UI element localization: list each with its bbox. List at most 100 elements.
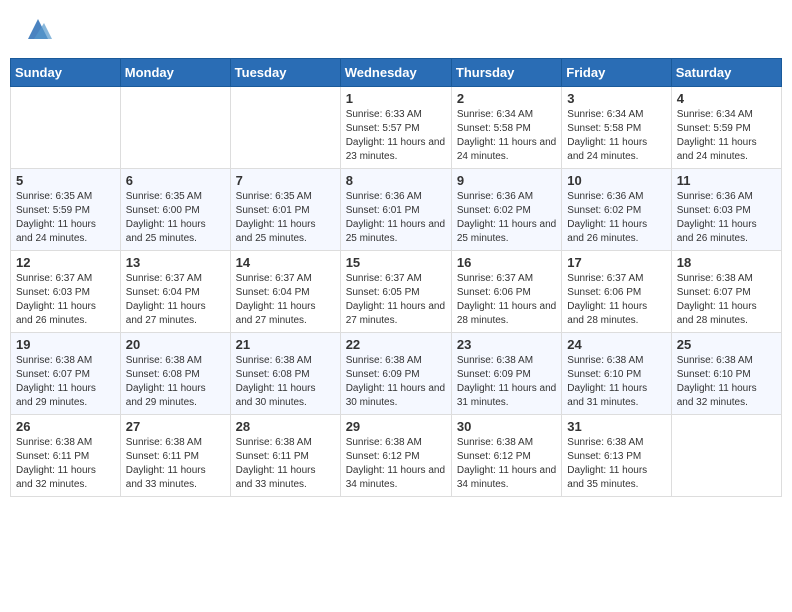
calendar-cell xyxy=(230,87,340,169)
calendar-cell: 11 Sunrise: 6:36 AM Sunset: 6:03 PM Dayli… xyxy=(671,169,781,251)
day-number: 15 xyxy=(346,255,446,270)
calendar-cell: 2 Sunrise: 6:34 AM Sunset: 5:58 PM Daylig… xyxy=(451,87,561,169)
calendar-cell: 30Sunrise: 6:38 AM Sunset: 6:12 PM Dayli… xyxy=(451,415,561,497)
day-number: 31 xyxy=(567,419,665,434)
day-info: Sunrise: 6:38 AM Sunset: 6:11 PM Dayligh… xyxy=(16,436,115,492)
day-info: Sunrise: 6:35 AM Sunset: 6:01 PM Dayligh… xyxy=(236,190,335,246)
day-number: 20 xyxy=(126,337,225,352)
day-of-week-header: Friday xyxy=(562,59,671,87)
day-number: 6 xyxy=(126,173,225,188)
calendar-cell: 9 Sunrise: 6:36 AM Sunset: 6:02 PM Daylig… xyxy=(451,169,561,251)
calendar-cell: 22Sunrise: 6:38 AM Sunset: 6:09 PM Dayli… xyxy=(340,333,451,415)
day-number: 10 xyxy=(567,173,665,188)
day-info: Sunrise: 6:35 AM Sunset: 6:00 PM Dayligh… xyxy=(126,190,225,246)
calendar-week-row: 26 Sunrise: 6:38 AM Sunset: 6:11 PM Dayli… xyxy=(11,415,782,497)
day-info: Sunrise: 6:38 AM Sunset: 6:10 PM Dayligh… xyxy=(567,354,665,410)
day-of-week-header: Sunday xyxy=(11,59,121,87)
day-info: Sunrise: 6:33 AM Sunset: 5:57 PM Dayligh… xyxy=(346,108,446,164)
calendar-cell: 5 Sunrise: 6:35 AM Sunset: 5:59 PM Daylig… xyxy=(11,169,121,251)
day-number: 30 xyxy=(457,419,556,434)
calendar-cell: 25 Sunrise: 6:38 AM Sunset: 6:10 PM Dayli… xyxy=(671,333,781,415)
day-info: Sunrise: 6:37 AM Sunset: 6:03 PM Dayligh… xyxy=(16,272,115,328)
day-info: Sunrise: 6:35 AM Sunset: 5:59 PM Dayligh… xyxy=(16,190,115,246)
day-info: Sunrise: 6:37 AM Sunset: 6:04 PM Dayligh… xyxy=(236,272,335,328)
calendar-cell: 23 Sunrise: 6:38 AM Sunset: 6:09 PM Dayli… xyxy=(451,333,561,415)
calendar-week-row: 12 Sunrise: 6:37 AM Sunset: 6:03 PM Dayli… xyxy=(11,251,782,333)
day-number: 23 xyxy=(457,337,556,352)
calendar-cell: 12 Sunrise: 6:37 AM Sunset: 6:03 PM Dayli… xyxy=(11,251,121,333)
calendar-cell: 6 Sunrise: 6:35 AM Sunset: 6:00 PM Daylig… xyxy=(120,169,230,251)
calendar-cell: 21 Sunrise: 6:38 AM Sunset: 6:08 PM Dayli… xyxy=(230,333,340,415)
day-number: 14 xyxy=(236,255,335,270)
day-info: Sunrise: 6:37 AM Sunset: 6:06 PM Dayligh… xyxy=(457,272,556,328)
day-info: Sunrise: 6:38 AM Sunset: 6:11 PM Dayligh… xyxy=(126,436,225,492)
day-info: Sunrise: 6:38 AM Sunset: 6:11 PM Dayligh… xyxy=(236,436,335,492)
day-number: 17 xyxy=(567,255,665,270)
day-info: Sunrise: 6:38 AM Sunset: 6:13 PM Dayligh… xyxy=(567,436,665,492)
day-number: 26 xyxy=(16,419,115,434)
calendar-week-row: 19 Sunrise: 6:38 AM Sunset: 6:07 PM Dayli… xyxy=(11,333,782,415)
logo xyxy=(20,15,52,43)
day-of-week-header: Wednesday xyxy=(340,59,451,87)
calendar-cell xyxy=(11,87,121,169)
day-number: 8 xyxy=(346,173,446,188)
calendar-cell: 16 Sunrise: 6:37 AM Sunset: 6:06 PM Dayli… xyxy=(451,251,561,333)
day-of-week-header: Monday xyxy=(120,59,230,87)
day-info: Sunrise: 6:38 AM Sunset: 6:09 PM Dayligh… xyxy=(457,354,556,410)
day-number: 18 xyxy=(677,255,776,270)
day-number: 21 xyxy=(236,337,335,352)
calendar-header-row: SundayMondayTuesdayWednesdayThursdayFrid… xyxy=(11,59,782,87)
calendar-cell: 24 Sunrise: 6:38 AM Sunset: 6:10 PM Dayli… xyxy=(562,333,671,415)
day-number: 1 xyxy=(346,91,446,106)
day-number: 25 xyxy=(677,337,776,352)
day-number: 19 xyxy=(16,337,115,352)
calendar-cell: 13 Sunrise: 6:37 AM Sunset: 6:04 PM Dayli… xyxy=(120,251,230,333)
day-number: 11 xyxy=(677,173,776,188)
calendar-cell: 31 Sunrise: 6:38 AM Sunset: 6:13 PM Dayli… xyxy=(562,415,671,497)
calendar-cell: 26 Sunrise: 6:38 AM Sunset: 6:11 PM Dayli… xyxy=(11,415,121,497)
calendar-cell: 19 Sunrise: 6:38 AM Sunset: 6:07 PM Dayli… xyxy=(11,333,121,415)
calendar-cell xyxy=(120,87,230,169)
day-number: 5 xyxy=(16,173,115,188)
calendar-cell: 15 Sunrise: 6:37 AM Sunset: 6:05 PM Dayli… xyxy=(340,251,451,333)
day-info: Sunrise: 6:38 AM Sunset: 6:12 PM Dayligh… xyxy=(346,436,446,492)
day-info: Sunrise: 6:34 AM Sunset: 5:58 PM Dayligh… xyxy=(457,108,556,164)
calendar-cell: 28 Sunrise: 6:38 AM Sunset: 6:11 PM Dayli… xyxy=(230,415,340,497)
calendar-cell: 4 Sunrise: 6:34 AM Sunset: 5:59 PM Daylig… xyxy=(671,87,781,169)
day-number: 24 xyxy=(567,337,665,352)
day-info: Sunrise: 6:37 AM Sunset: 6:05 PM Dayligh… xyxy=(346,272,446,328)
day-info: Sunrise: 6:36 AM Sunset: 6:03 PM Dayligh… xyxy=(677,190,776,246)
day-number: 28 xyxy=(236,419,335,434)
day-info: Sunrise: 6:34 AM Sunset: 5:58 PM Dayligh… xyxy=(567,108,665,164)
day-info: Sunrise: 6:36 AM Sunset: 6:02 PM Dayligh… xyxy=(457,190,556,246)
day-info: Sunrise: 6:38 AM Sunset: 6:07 PM Dayligh… xyxy=(16,354,115,410)
page-header xyxy=(10,10,782,48)
day-number: 3 xyxy=(567,91,665,106)
day-number: 12 xyxy=(16,255,115,270)
day-info: Sunrise: 6:36 AM Sunset: 6:01 PM Dayligh… xyxy=(346,190,446,246)
day-number: 27 xyxy=(126,419,225,434)
day-number: 13 xyxy=(126,255,225,270)
day-info: Sunrise: 6:36 AM Sunset: 6:02 PM Dayligh… xyxy=(567,190,665,246)
day-number: 29 xyxy=(346,419,446,434)
day-number: 16 xyxy=(457,255,556,270)
calendar-cell: 14 Sunrise: 6:37 AM Sunset: 6:04 PM Dayli… xyxy=(230,251,340,333)
day-of-week-header: Tuesday xyxy=(230,59,340,87)
calendar-cell: 17Sunrise: 6:37 AM Sunset: 6:06 PM Dayli… xyxy=(562,251,671,333)
day-of-week-header: Saturday xyxy=(671,59,781,87)
day-info: Sunrise: 6:38 AM Sunset: 6:08 PM Dayligh… xyxy=(236,354,335,410)
calendar-cell: 1 Sunrise: 6:33 AM Sunset: 5:57 PM Daylig… xyxy=(340,87,451,169)
day-info: Sunrise: 6:38 AM Sunset: 6:08 PM Dayligh… xyxy=(126,354,225,410)
day-info: Sunrise: 6:38 AM Sunset: 6:09 PM Dayligh… xyxy=(346,354,446,410)
calendar-table: SundayMondayTuesdayWednesdayThursdayFrid… xyxy=(10,58,782,497)
day-number: 2 xyxy=(457,91,556,106)
calendar-week-row: 1 Sunrise: 6:33 AM Sunset: 5:57 PM Daylig… xyxy=(11,87,782,169)
day-info: Sunrise: 6:37 AM Sunset: 6:04 PM Dayligh… xyxy=(126,272,225,328)
calendar-cell: 20 Sunrise: 6:38 AM Sunset: 6:08 PM Dayli… xyxy=(120,333,230,415)
day-info: Sunrise: 6:34 AM Sunset: 5:59 PM Dayligh… xyxy=(677,108,776,164)
day-info: Sunrise: 6:38 AM Sunset: 6:07 PM Dayligh… xyxy=(677,272,776,328)
day-number: 4 xyxy=(677,91,776,106)
calendar-cell: 8 Sunrise: 6:36 AM Sunset: 6:01 PM Daylig… xyxy=(340,169,451,251)
day-info: Sunrise: 6:38 AM Sunset: 6:10 PM Dayligh… xyxy=(677,354,776,410)
day-number: 9 xyxy=(457,173,556,188)
